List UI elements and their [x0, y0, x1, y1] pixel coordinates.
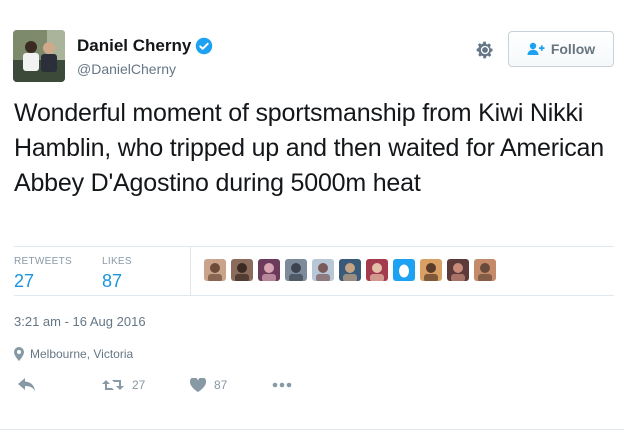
retweet-count: 27 — [132, 378, 146, 392]
liker-avatar[interactable] — [312, 259, 334, 281]
liker-avatar[interactable] — [231, 259, 253, 281]
likers-list — [204, 259, 501, 281]
retweet-button[interactable]: 27 — [102, 372, 145, 398]
likes-stat[interactable]: LIKES 87 — [102, 256, 132, 292]
stats-divider — [190, 247, 191, 295]
heart-icon — [190, 378, 206, 392]
tweet-text: Wonderful moment of sportsmanship from K… — [14, 99, 604, 197]
liker-avatar[interactable] — [393, 259, 415, 281]
bottom-divider — [0, 429, 624, 430]
follow-label: Follow — [550, 41, 596, 57]
avatar-photo — [13, 30, 65, 82]
author-handle[interactable]: @DanielCherny — [77, 61, 176, 77]
tweet-timestamp[interactable]: 3:21 am - 16 Aug 2016 — [14, 314, 146, 329]
tweet-actions: 27 87 — [14, 372, 614, 398]
author-name[interactable]: Daniel Cherny — [77, 36, 191, 56]
more-button[interactable] — [272, 372, 292, 398]
like-count: 87 — [214, 378, 228, 392]
tweet-card: Daniel Cherny @DanielCherny Follow Wonde… — [0, 0, 624, 431]
liker-avatar[interactable] — [285, 259, 307, 281]
liker-avatar[interactable] — [339, 259, 361, 281]
author-name-row[interactable]: Daniel Cherny — [77, 36, 213, 56]
like-button[interactable]: 87 — [190, 372, 227, 398]
retweets-count: 27 — [14, 271, 35, 291]
liker-avatar[interactable] — [204, 259, 226, 281]
follow-button[interactable]: Follow — [508, 31, 614, 67]
more-dots-icon — [272, 382, 292, 388]
liker-avatar[interactable] — [258, 259, 280, 281]
liker-avatar[interactable] — [474, 259, 496, 281]
retweets-label: RETWEETS — [14, 256, 72, 267]
location-text: Melbourne, Victoria — [30, 347, 134, 361]
liker-avatar[interactable] — [447, 259, 469, 281]
liker-avatar[interactable] — [420, 259, 442, 281]
retweet-icon — [102, 380, 124, 390]
likes-label: LIKES — [102, 256, 132, 267]
retweets-stat[interactable]: RETWEETS 27 — [14, 256, 72, 292]
verified-badge-icon — [196, 37, 213, 55]
reply-icon — [18, 378, 35, 391]
location-pin-icon — [14, 347, 24, 361]
tweet-stats: RETWEETS 27 LIKES 87 — [14, 246, 614, 296]
tweet-location[interactable]: Melbourne, Victoria — [14, 347, 133, 361]
gear-icon[interactable] — [475, 40, 495, 60]
reply-button[interactable] — [18, 372, 36, 398]
liker-avatar[interactable] — [366, 259, 388, 281]
follow-user-icon — [527, 42, 545, 55]
avatar[interactable] — [13, 30, 65, 82]
likes-count: 87 — [102, 271, 123, 291]
